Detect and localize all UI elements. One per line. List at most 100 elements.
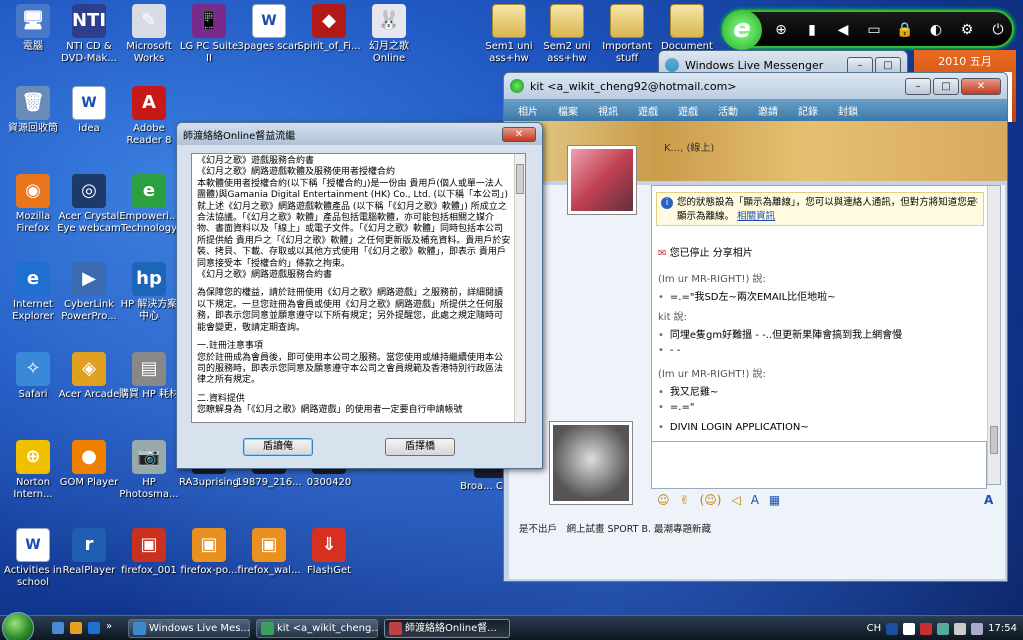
chat-menu-item[interactable]: 記錄 — [798, 103, 818, 118]
desktop-icon[interactable]: Widea — [56, 86, 122, 135]
desktop-icon-label: firefox_wal... — [236, 565, 302, 577]
chat-tool-button[interactable]: ☺ — [657, 493, 670, 507]
app-icon: W — [252, 4, 286, 38]
minimize-button[interactable]: – — [905, 78, 931, 95]
desktop-icon[interactable]: ●GOM Player — [56, 440, 122, 489]
my-avatar[interactable] — [549, 421, 633, 505]
desktop-icon[interactable]: Sem1 uni ass+hw — [476, 4, 542, 65]
start-button[interactable] — [2, 612, 34, 640]
desktop-icon[interactable]: ▶CyberLink PowerPro... — [56, 262, 122, 323]
desktop-icon[interactable]: rRealPlayer — [56, 528, 122, 577]
gadget-button[interactable]: ⏻ — [989, 21, 1007, 39]
security-icon[interactable] — [920, 623, 932, 635]
wlm-title: Windows Live Messenger — [685, 59, 823, 72]
ie-quicklaunch-icon[interactable] — [88, 622, 100, 634]
chat-menu-item[interactable]: 遊戲 — [678, 103, 698, 118]
chat-tool-button[interactable]: (☺) — [700, 493, 722, 507]
desktop-icon[interactable]: ▣firefox-po... — [176, 528, 242, 577]
close-button[interactable]: ✕ — [502, 127, 536, 142]
desktop-icon[interactable]: 📷HP Photosma... — [116, 440, 182, 501]
quicklaunch-more-icon[interactable]: » — [106, 621, 112, 632]
gadget-button[interactable]: ▭ — [865, 21, 883, 39]
gadget-button[interactable]: ◀ — [834, 21, 852, 39]
chat-message: 同埋e隻gm好難搵 - -..但更新果陣會搞到我上網會慢 — [658, 326, 902, 341]
desktop-icon-label: Microsoft Works — [116, 41, 182, 65]
app-icon: NTI — [72, 4, 106, 38]
chat-message: ✉ 您已停止 分享相片 — [658, 244, 753, 259]
desktop-icon[interactable]: AAdobe Reader 8 — [116, 86, 182, 147]
desktop-icon[interactable]: Sem2 uni ass+hw — [534, 4, 600, 65]
decline-button[interactable]: 盾擇橋 — [385, 438, 455, 456]
desktop-icon[interactable]: ✎Microsoft Works — [116, 4, 182, 65]
gadget-button[interactable]: ▮ — [803, 21, 821, 39]
chat-menu-item[interactable]: 相片 — [518, 103, 538, 118]
minimize-button[interactable]: – — [847, 57, 873, 74]
task-chat[interactable]: kit <a_wikit_cheng... — [256, 619, 378, 638]
desktop-icon[interactable]: hpHP 解決方案中心 — [116, 262, 182, 323]
chat-menu-item[interactable]: 封鎖 — [838, 103, 858, 118]
history-scrollbar[interactable] — [987, 186, 1000, 484]
chat-menu-item[interactable]: 遊戲 — [638, 103, 658, 118]
task-eula[interactable]: 師渡絡絡Online督... — [384, 619, 510, 638]
eula-paragraph: 一.註冊注意事項 您於註冊成為會員後，即可使用本公司之服務。當您使用或維持繼續使… — [197, 341, 511, 387]
chat-tool-button[interactable]: ✌ — [680, 493, 690, 507]
chat-body: i 您的狀態設為「顯示為離線」，您可以與連絡人通訊，但對方將知道您是顯示為離線。… — [509, 185, 1005, 579]
accept-button[interactable]: 盾讀俺 — [243, 438, 313, 456]
launcher-gadget[interactable]: e ⊕ ▮ ◀ ▭ 🔒 ◐ ⚙ ⏻ — [722, 10, 1014, 48]
keyboard-icon[interactable] — [903, 623, 915, 635]
ime-icon[interactable] — [886, 623, 898, 635]
show-desktop-icon[interactable] — [52, 622, 64, 634]
gadget-button[interactable]: ◐ — [927, 21, 945, 39]
chat-tool-button[interactable]: A — [751, 493, 759, 507]
taskbar: » Windows Live Mes... kit <a_wikit_cheng… — [0, 615, 1023, 640]
close-icon[interactable]: ✕ — [971, 195, 979, 209]
chat-tool-button[interactable]: ◁ — [731, 493, 740, 507]
network-icon[interactable] — [937, 623, 949, 635]
desktop-icon[interactable]: ◈Acer Arcade — [56, 352, 122, 401]
chat-menu-item[interactable]: 檔案 — [558, 103, 578, 118]
app-icon: ▣ — [252, 528, 286, 562]
maximize-button[interactable]: □ — [875, 57, 901, 74]
gadget-button[interactable]: ⊕ — [772, 21, 790, 39]
contact-avatar[interactable] — [567, 145, 637, 215]
desktop-icon[interactable]: ◆Spirit_of_Fi... — [296, 4, 362, 53]
desktop-icon[interactable]: ▣firefox_001 — [116, 528, 182, 577]
clock[interactable]: 17:54 — [988, 623, 1017, 634]
desktop-icon[interactable]: ▤購買 HP 耗材 — [116, 352, 182, 401]
desktop-icon[interactable]: Document — [654, 4, 720, 53]
chat-menu-item[interactable]: 活動 — [718, 103, 738, 118]
desktop-icon[interactable]: 📱LG PC Suite II — [176, 4, 242, 65]
media-player-icon[interactable] — [70, 622, 82, 634]
eula-scrollbar[interactable] — [514, 154, 525, 422]
desktop-icon[interactable]: ◎Acer Crystal Eye webcam — [56, 174, 122, 235]
message-input[interactable] — [651, 441, 987, 489]
info-link[interactable]: 相關資訊 — [737, 211, 775, 222]
desktop-icon[interactable]: ▣ firefox_wal... — [236, 528, 302, 577]
gadget-button[interactable]: 🔒 — [896, 21, 914, 39]
chat-menu-item[interactable]: 視訊 — [598, 103, 618, 118]
desktop-icon[interactable]: ⇓FlashGet — [296, 528, 362, 577]
font-button[interactable]: A — [984, 493, 993, 507]
desktop-icon[interactable]: Important stuff — [594, 4, 660, 65]
desktop-icon[interactable]: eEmpoweri... Technology — [116, 174, 182, 235]
volume-icon[interactable] — [954, 623, 966, 635]
language-indicator[interactable]: CH — [867, 623, 882, 634]
app-icon: W — [72, 86, 106, 120]
chat-tool-button[interactable]: ▦ — [769, 493, 780, 507]
eula-title: 師渡絡絡Online督益流繼 — [183, 127, 295, 142]
eula-dialog[interactable]: 師渡絡絡Online督益流繼 ✕ 《幻月之歌》遊戲服務合約書 《幻月之歌》網路遊… — [176, 122, 543, 469]
battery-icon[interactable] — [971, 623, 983, 635]
maximize-button[interactable]: □ — [933, 78, 959, 95]
close-button[interactable]: ✕ — [961, 78, 1001, 95]
gadget-button[interactable]: ⚙ — [958, 21, 976, 39]
message-history[interactable]: i 您的狀態設為「顯示為離線」，您可以與連絡人通訊，但對方將知道您是顯示為離線。… — [651, 185, 1001, 485]
desktop-icon[interactable]: 🐰幻月之歌 Online — [356, 4, 422, 65]
desktop-icon-label: Spirit_of_Fi... — [296, 41, 362, 53]
chat-menu-item[interactable]: 邀請 — [758, 103, 778, 118]
e-logo-icon[interactable]: e — [722, 10, 762, 50]
eula-text-box[interactable]: 《幻月之歌》遊戲服務合約書 《幻月之歌》網路遊戲軟體及服務使用者授權合約 本軟體… — [191, 153, 526, 423]
chat-window[interactable]: kit <a_wikit_cheng92@hotmail.com> – □ ✕ … — [503, 72, 1008, 582]
desktop-icon[interactable]: W3pages scan — [236, 4, 302, 53]
desktop-icon[interactable]: NTINTI CD & DVD-Mak... — [56, 4, 122, 65]
task-wlm[interactable]: Windows Live Mes... — [128, 619, 250, 638]
